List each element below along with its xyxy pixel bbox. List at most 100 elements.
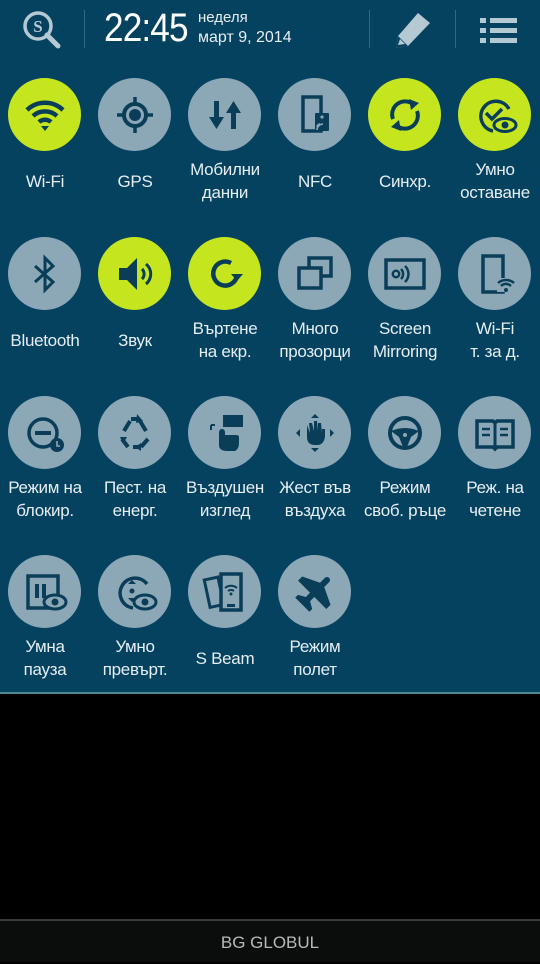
toggle-button[interactable] [368,237,441,310]
s-beam-icon [201,571,243,612]
toggle-label-line2: въздуха [284,501,346,520]
toggle-button[interactable] [8,555,81,628]
reading-mode-icon [474,418,515,451]
wifi-hotspot-icon [480,253,515,294]
toggle-label-line2: т. за д. [470,342,520,361]
toggle-label-line1: Bluetooth [10,330,80,350]
toggle-label-line1: Умно [115,637,155,656]
panel-header: S 22:45 неделя март 9, 2014 [0,0,540,62]
toggle-wifi-hotspot[interactable]: Wi-Fi т. за д. [450,235,540,385]
header-divider [369,10,370,48]
toggle-airplane-mode[interactable]: Режим полет [270,553,360,703]
settings-list-button[interactable] [470,10,526,50]
toggle-wifi[interactable]: Wi-Fi [0,76,90,226]
toggle-label: Пест. на енерг. [84,474,186,524]
bluetooth-icon [33,253,55,294]
toggle-label-line1: Въртене [192,319,258,338]
toggle-label-line2: изглед [199,501,251,520]
airplane-mode-icon [294,575,331,612]
toggle-label: Bluetooth [0,315,96,365]
toggle-label-line2: оставане [460,183,530,202]
toggle-label-line2: на екр. [198,342,252,361]
toggle-gps[interactable]: GPS [90,76,180,226]
toggle-button[interactable] [458,237,531,310]
toggle-button[interactable] [98,555,171,628]
toggle-label-line1: Жест във [279,478,351,497]
toggle-button[interactable] [188,396,261,469]
toggle-label-line1: Режим на [8,478,82,497]
toggle-label-line2: енерг. [112,501,158,520]
toggle-button[interactable] [278,396,351,469]
toggle-button[interactable] [458,78,531,151]
toggle-label-line1: Мобилни [190,160,260,179]
toggle-button[interactable] [8,396,81,469]
hands-free-icon [387,415,422,450]
toggle-label-line1: Wi-Fi [25,171,65,191]
header-divider [84,10,85,48]
toggle-label-line1: Умно [475,160,515,179]
toggle-button[interactable] [188,555,261,628]
toggle-label-line1: Звук [118,330,152,350]
s-finder-icon: S [23,11,61,49]
toggle-hands-free[interactable]: Режим своб. ръце [360,394,450,544]
toggle-label-line2: Mirroring [372,342,438,361]
toggle-label: NFC [264,156,366,206]
edit-button[interactable] [388,10,436,50]
toggle-nfc[interactable]: NFC [270,76,360,226]
toggle-air-view[interactable]: Въздушен изглед [180,394,270,544]
carrier-label: BG GLOBUL [0,919,540,962]
s-finder-button[interactable]: S [22,10,62,50]
toggle-button[interactable] [8,78,81,151]
header-divider [455,10,456,48]
toggle-bluetooth[interactable]: Bluetooth [0,235,90,385]
toggle-sound[interactable]: Звук [90,235,180,385]
toggle-mobile-data[interactable]: Мобилни данни [180,76,270,226]
toggle-screen-mirroring[interactable]: Screen Mirroring [360,235,450,385]
toggle-label: Wi-Fi т. за д. [444,315,540,365]
gps-icon [116,96,153,133]
toggle-button[interactable] [98,78,171,151]
toggle-label-line1: Синхр. [378,171,432,191]
toggle-button[interactable] [98,396,171,469]
toggle-button[interactable] [278,78,351,151]
toggle-smart-stay[interactable]: Умно оставане [450,76,540,226]
toggle-smart-scroll[interactable]: Умно превърт. [90,553,180,703]
toggle-button[interactable] [458,396,531,469]
clock-time: 22:45 [104,6,189,50]
toggle-button[interactable] [188,237,261,310]
list-icon [480,18,517,43]
toggle-label-line2: полет [293,660,337,679]
toggle-label-line1: Режим [289,637,341,656]
toggle-air-gesture[interactable]: Жест във въздуха [270,394,360,544]
toggle-smart-pause[interactable]: Умна пауза [0,553,90,703]
toggle-button[interactable] [278,555,351,628]
toggle-label-line2: блокир. [16,501,74,520]
toggle-label: Wi-Fi [0,156,96,206]
toggle-reading-mode[interactable]: Реж. на четене [450,394,540,544]
toggle-screen-rotation[interactable]: Въртене на екр. [180,235,270,385]
clock-date: март 9, 2014 [198,29,292,46]
toggle-button[interactable] [188,78,261,151]
toggle-multi-window[interactable]: Много прозорци [270,235,360,385]
toggle-power-saving[interactable]: Пест. на енерг. [90,394,180,544]
toggle-blocking-mode[interactable]: Режим на блокир. [0,394,90,544]
toggle-label-line2: своб. ръце [363,501,447,520]
toggle-label: Въздушен изглед [174,474,276,524]
mobile-data-icon [208,100,241,129]
toggle-button[interactable] [98,237,171,310]
toggle-label: Мобилни данни [174,156,276,206]
toggle-s-beam[interactable]: S Beam [180,553,270,703]
toggle-button[interactable] [8,237,81,310]
toggle-button[interactable] [368,396,441,469]
quick-settings-panel: S 22:45 неделя март 9, 2014 Wi-Fi GPS Мо… [0,0,540,692]
toggle-button[interactable] [368,78,441,151]
toggle-label: Умно превърт. [84,633,186,683]
toggle-label-line1: Въздушен [186,478,264,497]
toggle-label-line1: Умна [25,637,65,656]
toggle-label: Умно оставане [444,156,540,206]
toggle-label-line2: превърт. [102,660,168,679]
toggle-sync[interactable]: Синхр. [360,76,450,226]
toggle-button[interactable] [278,237,351,310]
screen-mirroring-icon [383,257,426,290]
smart-pause-icon [25,573,67,610]
